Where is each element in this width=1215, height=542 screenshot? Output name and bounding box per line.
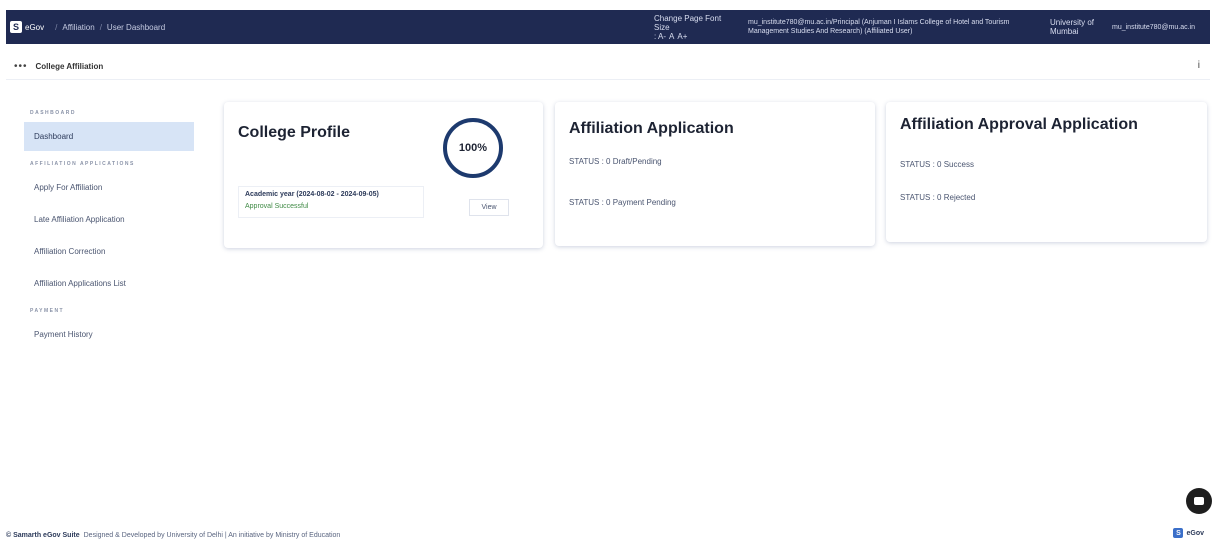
approval-status: Approval Successful bbox=[245, 203, 309, 210]
page-title: College Affiliation bbox=[35, 62, 104, 71]
font-decrease-button[interactable]: : A- bbox=[654, 32, 666, 41]
breadcrumb-affiliation[interactable]: Affiliation bbox=[62, 23, 94, 32]
sidebar-item-dashboard[interactable]: Dashboard bbox=[24, 122, 194, 151]
view-button[interactable]: View bbox=[469, 199, 509, 216]
font-size-label: Change Page Font Size bbox=[654, 13, 722, 32]
footer-credits: Designed & Developed by University of De… bbox=[83, 531, 341, 539]
samarth-logo-icon: S bbox=[10, 21, 22, 33]
academic-year-box: Academic year (2024-08-02 - 2024-09-05) … bbox=[238, 186, 424, 218]
font-size-buttons: : A- A A+ bbox=[654, 32, 734, 41]
footer-suite: © Samarth eGov Suite bbox=[6, 531, 80, 539]
approval-application-card[interactable]: Affiliation Approval Application STATUS … bbox=[886, 102, 1207, 242]
samarth-footer-logo-icon: S bbox=[1173, 528, 1184, 538]
breadcrumb-separator: / bbox=[55, 22, 58, 32]
brand-name: eGov bbox=[25, 22, 45, 32]
status-rejected: STATUS : 0 Rejected bbox=[900, 193, 976, 202]
top-right-area: Change Page Font Size : A- A A+ mu_insti… bbox=[654, 10, 1206, 44]
sidebar-section-affiliation: AFFILIATION APPLICATIONS bbox=[30, 161, 135, 167]
status-payment-pending: STATUS : 0 Payment Pending bbox=[569, 198, 676, 207]
sidebar-item-late-affiliation[interactable]: Late Affiliation Application bbox=[24, 205, 204, 234]
sidebar: DASHBOARD Dashboard AFFILIATION APPLICAT… bbox=[24, 100, 204, 352]
academic-year-label: Academic year (2024-08-02 - 2024-09-05) bbox=[245, 191, 379, 198]
college-profile-title: College Profile bbox=[238, 124, 351, 141]
footer-logo: S eGov bbox=[1173, 528, 1204, 538]
font-size-control: Change Page Font Size : A- A A+ bbox=[654, 14, 734, 41]
sidebar-section-payment: PAYMENT bbox=[30, 308, 65, 314]
sidebar-item-apply-affiliation[interactable]: Apply For Affiliation bbox=[24, 173, 204, 202]
font-reset-button[interactable]: A bbox=[669, 32, 674, 41]
footer-logo-text: eGov bbox=[1186, 529, 1204, 537]
user-email-menu[interactable]: mu_institute780@mu.ac.in bbox=[1112, 23, 1206, 32]
status-draft-pending: STATUS : 0 Draft/Pending bbox=[569, 157, 662, 166]
affiliation-application-title: Affiliation Application bbox=[569, 120, 734, 137]
user-role-info[interactable]: mu_institute780@mu.ac.in/Principal (Anju… bbox=[748, 18, 1038, 36]
approval-application-title: Affiliation Approval Application bbox=[900, 116, 1138, 133]
university-name: University of Mumbai bbox=[1050, 18, 1095, 36]
breadcrumb-separator: / bbox=[99, 22, 102, 32]
menu-dots-icon[interactable]: ••• bbox=[14, 61, 28, 72]
sidebar-section-dashboard: DASHBOARD bbox=[30, 110, 76, 116]
footer: © Samarth eGov Suite Designed & Develope… bbox=[6, 528, 1210, 542]
breadcrumb-user-dashboard: User Dashboard bbox=[106, 22, 166, 32]
chat-icon[interactable] bbox=[1186, 488, 1212, 514]
affiliation-application-card[interactable]: Affiliation Application STATUS : 0 Draft… bbox=[555, 102, 875, 246]
page-subheader: ••• College Affiliation i bbox=[6, 54, 1210, 80]
top-navbar: S eGov / Affiliation / User Dashboard Ch… bbox=[6, 10, 1210, 44]
font-increase-button[interactable]: A+ bbox=[677, 32, 687, 41]
sidebar-item-payment-history[interactable]: Payment History bbox=[24, 320, 204, 349]
college-profile-card: College Profile 100% Academic year (2024… bbox=[224, 102, 543, 248]
brand[interactable]: S eGov bbox=[6, 21, 50, 33]
sidebar-item-applications-list[interactable]: Affiliation Applications List bbox=[24, 269, 204, 298]
sidebar-item-affiliation-correction[interactable]: Affiliation Correction bbox=[24, 237, 204, 266]
status-success: STATUS : 0 Success bbox=[900, 160, 974, 169]
profile-completion-ring: 100% bbox=[443, 118, 503, 178]
info-icon[interactable]: i bbox=[1198, 60, 1200, 71]
